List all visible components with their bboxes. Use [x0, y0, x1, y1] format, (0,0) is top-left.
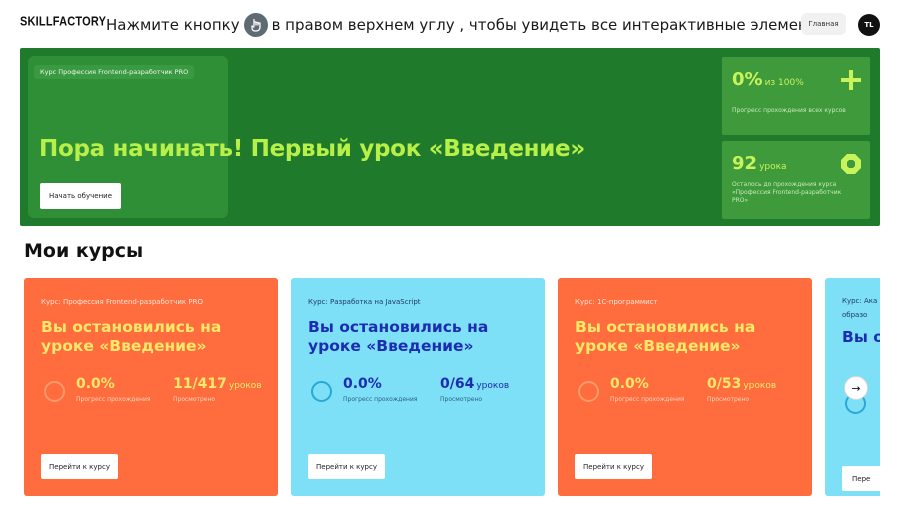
progress-label: Прогресс прохождения: [610, 396, 685, 403]
lessons-count: 0/64: [440, 376, 475, 392]
stat-card-progress: 0% из 100% Прогресс прохождения всех курс…: [722, 57, 870, 135]
lessons-unit: уроков: [476, 381, 510, 391]
my-courses-title: Мои курсы: [24, 240, 144, 262]
avatar[interactable]: TL: [858, 14, 880, 36]
lessons-label: Просмотрено: [173, 396, 216, 403]
progress-value: 0.0%: [610, 376, 649, 392]
course-title: Вы о «Вве: [842, 328, 880, 346]
nav-home-button[interactable]: Главная: [801, 13, 846, 35]
progress-ring-icon: [44, 381, 65, 402]
instruction-banner: Нажмите кнопку в правом верхнем углу , ч…: [106, 13, 833, 37]
stat-lessons-value: 92 урока: [732, 153, 787, 174]
stat-lessons-label: Осталось до прохождения курса «Профессия…: [732, 181, 842, 204]
carousel-next-arrow-icon[interactable]: →: [844, 376, 868, 400]
instruction-text-before: Нажмите кнопку: [106, 16, 240, 34]
go-to-course-button[interactable]: Перейти к курсу: [575, 454, 652, 479]
stat-progress-unit: из 100%: [764, 78, 804, 88]
progress-value: 0.0%: [76, 376, 115, 392]
stat-lessons-unit: урока: [759, 162, 787, 172]
course-tag: Курс: Разработка на JavaScript: [308, 298, 421, 306]
lessons-count: 11/417: [173, 376, 227, 392]
logo[interactable]: SKILLFACTORY: [20, 15, 106, 29]
octagon-icon: [840, 153, 862, 179]
course-card: Курс: 1С-программист Вы остановились на …: [558, 278, 812, 496]
hero-course-tag: Курс Профессия Frontend-разработчик PRO: [34, 65, 195, 79]
lessons-unit: уроков: [228, 381, 262, 391]
hero-banner: Курс Профессия Frontend-разработчик PRO …: [20, 48, 880, 226]
stat-progress-value: 0% из 100%: [732, 69, 804, 90]
course-title: Вы остановились на уроке «Введение»: [308, 318, 489, 355]
course-card: Курс: Профессия Frontend-разработчик PRO…: [24, 278, 278, 496]
go-to-course-button[interactable]: Перейти к курсу: [308, 454, 385, 479]
hero-title: Пора начинать! Первый урок «Введение»: [39, 136, 585, 162]
stat-progress-label: Прогресс прохождения всех курсов: [732, 107, 846, 114]
progress-label: Прогресс прохождения: [76, 396, 151, 403]
lessons-label: Просмотрено: [707, 396, 750, 403]
lessons-value: 0/53 уроков: [707, 376, 776, 392]
stat-progress-number: 0%: [732, 69, 763, 90]
course-title: Вы остановились на уроке «Введение»: [41, 318, 222, 355]
progress-label: Прогресс прохождения: [343, 396, 418, 403]
stat-card-lessons-left: 92 урока Осталось до прохождения курса «П…: [722, 141, 870, 219]
course-tag: Курс: 1С-программист: [575, 298, 658, 306]
stat-lessons-number: 92: [732, 153, 758, 174]
instruction-text-after: в правом верхнем углу , чтобы увидеть вс…: [271, 16, 834, 34]
progress-ring-icon: [578, 381, 599, 402]
progress-value: 0.0%: [343, 376, 382, 392]
course-tag: Курс: Профессия Frontend-разработчик PRO: [41, 298, 203, 306]
top-bar: SKILLFACTORY Нажмите кнопку в правом вер…: [0, 0, 900, 48]
lessons-unit: уроков: [743, 381, 777, 391]
course-card: Курс: Разработка на JavaScript Вы остано…: [291, 278, 545, 496]
plus-icon: [840, 69, 862, 95]
go-to-course-button[interactable]: Пере: [842, 466, 880, 491]
start-learning-button[interactable]: Начать обучение: [40, 183, 121, 209]
course-tag: Курс: Ака образо: [842, 297, 878, 319]
course-title: Вы остановились на уроке «Введение»: [575, 318, 756, 355]
courses-carousel: Курс: Профессия Frontend-разработчик PRO…: [24, 278, 880, 496]
lessons-value: 11/417 уроков: [173, 376, 262, 392]
lessons-label: Просмотрено: [440, 396, 483, 403]
go-to-course-button[interactable]: Перейти к курсу: [41, 454, 118, 479]
lessons-count: 0/53: [707, 376, 742, 392]
lessons-value: 0/64 уроков: [440, 376, 509, 392]
hand-pointer-icon[interactable]: [243, 13, 268, 37]
progress-ring-icon: [311, 381, 332, 402]
